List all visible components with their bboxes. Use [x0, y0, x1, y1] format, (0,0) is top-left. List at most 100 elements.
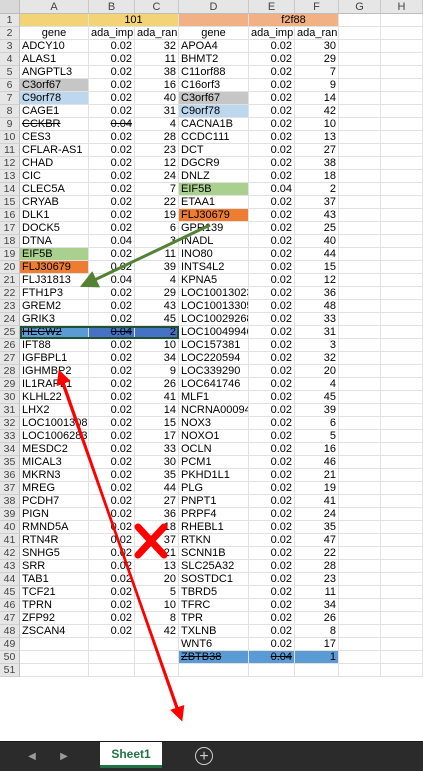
cell-a26[interactable]: IFT88: [20, 339, 89, 352]
cell-b23[interactable]: 0.02: [89, 300, 135, 313]
cell-c26[interactable]: 10: [135, 339, 179, 352]
row-header[interactable]: 48: [0, 625, 20, 638]
cell-d1[interactable]: [179, 14, 249, 27]
cell-c15[interactable]: 22: [135, 196, 179, 209]
cell-e40[interactable]: 0.02: [249, 521, 295, 534]
cell-e44[interactable]: 0.02: [249, 573, 295, 586]
cell-a36[interactable]: MKRN3: [20, 469, 89, 482]
cell-c3[interactable]: 32: [135, 40, 179, 53]
row-header[interactable]: 21: [0, 274, 20, 287]
spreadsheet-grid[interactable]: ABCDEFGH 1 101 f2f88 2 gene ada_imp ada_rank ge…: [0, 0, 423, 741]
cell-g9[interactable]: [339, 118, 381, 131]
cell-h25[interactable]: [381, 326, 423, 339]
cell-d23[interactable]: LOC10013305: [179, 300, 249, 313]
cell-h36[interactable]: [381, 469, 423, 482]
row-header[interactable]: 45: [0, 586, 20, 599]
cell-f25[interactable]: 31: [295, 326, 339, 339]
row-header[interactable]: 3: [0, 40, 20, 53]
cell-a50[interactable]: [20, 651, 89, 664]
cell-h22[interactable]: [381, 287, 423, 300]
cell-a51[interactable]: [20, 664, 89, 677]
cell-b14[interactable]: 0.02: [89, 183, 135, 196]
cell-f46[interactable]: 34: [295, 599, 339, 612]
cell-f42[interactable]: 22: [295, 547, 339, 560]
row-header[interactable]: 6: [0, 79, 20, 92]
cell-b20[interactable]: 0.02: [89, 261, 135, 274]
group-header-left[interactable]: 101: [89, 14, 179, 27]
cell-h2[interactable]: [381, 27, 423, 40]
cell-d24[interactable]: LOC10029268: [179, 313, 249, 326]
cell-a27[interactable]: IGFBPL1: [20, 352, 89, 365]
cell-b37[interactable]: 0.02: [89, 482, 135, 495]
cell-c46[interactable]: 10: [135, 599, 179, 612]
cell-g19[interactable]: [339, 248, 381, 261]
cell-g3[interactable]: [339, 40, 381, 53]
cell-f11[interactable]: 27: [295, 144, 339, 157]
cell-d35[interactable]: PCM1: [179, 456, 249, 469]
cell-f20[interactable]: 15: [295, 261, 339, 274]
cell-f22[interactable]: 36: [295, 287, 339, 300]
cell-g7[interactable]: [339, 92, 381, 105]
cell-a34[interactable]: MESDC2: [20, 443, 89, 456]
cell-h7[interactable]: [381, 92, 423, 105]
cell-h38[interactable]: [381, 495, 423, 508]
cell-g49[interactable]: [339, 638, 381, 651]
row-header[interactable]: 19: [0, 248, 20, 261]
cell-f36[interactable]: 21: [295, 469, 339, 482]
cell-b44[interactable]: 0.02: [89, 573, 135, 586]
cell-f21[interactable]: 12: [295, 274, 339, 287]
cell-c37[interactable]: 44: [135, 482, 179, 495]
cell-f47[interactable]: 26: [295, 612, 339, 625]
row-header[interactable]: 35: [0, 456, 20, 469]
column-header-g[interactable]: G: [339, 0, 381, 14]
cell-f19[interactable]: 44: [295, 248, 339, 261]
cell-a32[interactable]: LOC10013087: [20, 417, 89, 430]
cell-b46[interactable]: 0.02: [89, 599, 135, 612]
cell-e50[interactable]: 0.04: [249, 651, 295, 664]
cell-a46[interactable]: TPRN: [20, 599, 89, 612]
cell-h4[interactable]: [381, 53, 423, 66]
cell-h37[interactable]: [381, 482, 423, 495]
cell-b50[interactable]: [89, 651, 135, 664]
cell-g1[interactable]: [339, 14, 381, 27]
cell-d44[interactable]: SOSTDC1: [179, 573, 249, 586]
row-header[interactable]: 33: [0, 430, 20, 443]
cell-b31[interactable]: 0.02: [89, 404, 135, 417]
cell-a44[interactable]: TAB1: [20, 573, 89, 586]
cell-g44[interactable]: [339, 573, 381, 586]
cell-d19[interactable]: INO80: [179, 248, 249, 261]
cell-g6[interactable]: [339, 79, 381, 92]
cell-e4[interactable]: 0.02: [249, 53, 295, 66]
cell-a17[interactable]: DOCK5: [20, 222, 89, 235]
row-header[interactable]: 44: [0, 573, 20, 586]
cell-c13[interactable]: 24: [135, 170, 179, 183]
cell-g11[interactable]: [339, 144, 381, 157]
cell-d4[interactable]: BHMT2: [179, 53, 249, 66]
cell-f23[interactable]: 48: [295, 300, 339, 313]
cell-f28[interactable]: 20: [295, 365, 339, 378]
cell-a31[interactable]: LHX2: [20, 404, 89, 417]
cell-f16[interactable]: 43: [295, 209, 339, 222]
cell-f38[interactable]: 41: [295, 495, 339, 508]
cell-h29[interactable]: [381, 378, 423, 391]
cell-e51[interactable]: [249, 664, 295, 677]
cell-c14[interactable]: 7: [135, 183, 179, 196]
cell-c22[interactable]: 29: [135, 287, 179, 300]
cell-g5[interactable]: [339, 66, 381, 79]
row-header[interactable]: 11: [0, 144, 20, 157]
row-header[interactable]: 7: [0, 92, 20, 105]
cell-c50[interactable]: [135, 651, 179, 664]
cell-d16[interactable]: FLJ30679: [179, 209, 249, 222]
cell-f31[interactable]: 39: [295, 404, 339, 417]
cell-a45[interactable]: TCF21: [20, 586, 89, 599]
cell-d29[interactable]: LOC641746: [179, 378, 249, 391]
cell-f9[interactable]: 10: [295, 118, 339, 131]
cell-c42[interactable]: 21: [135, 547, 179, 560]
cell-d46[interactable]: TFRC: [179, 599, 249, 612]
cell-a48[interactable]: ZSCAN4: [20, 625, 89, 638]
cell-c7[interactable]: 40: [135, 92, 179, 105]
row-header[interactable]: 8: [0, 105, 20, 118]
cell-f15[interactable]: 37: [295, 196, 339, 209]
cell-a40[interactable]: RMND5A: [20, 521, 89, 534]
cell-h8[interactable]: [381, 105, 423, 118]
